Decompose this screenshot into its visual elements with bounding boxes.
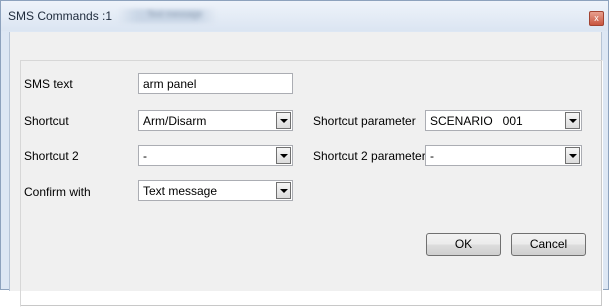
shortcut2-select[interactable]: - xyxy=(138,145,293,166)
shortcut-parameter-label: Shortcut parameter xyxy=(313,114,416,128)
confirm-with-label: Confirm with xyxy=(24,185,91,199)
window-title-secondary: Text message xyxy=(117,9,217,23)
shortcut2-parameter-label: Shortcut 2 parameter xyxy=(313,149,426,163)
confirm-with-select[interactable]: Text message xyxy=(138,180,293,201)
shortcut-value: Arm/Disarm xyxy=(143,114,207,128)
shortcut-parameter-select[interactable]: SCENARIO 001 xyxy=(425,110,582,131)
confirm-with-value: Text message xyxy=(143,184,218,198)
dialog-body: SMS text arm panel Shortcut Arm/Disarm S… xyxy=(9,32,603,307)
shortcut2-label: Shortcut 2 xyxy=(24,149,79,163)
shortcut2-value: - xyxy=(143,149,147,163)
shortcut2-parameter-value: - xyxy=(430,149,434,163)
chevron-down-icon[interactable] xyxy=(276,147,291,164)
window-title: SMS Commands :1 xyxy=(8,9,113,23)
shortcut2-parameter-select[interactable]: - xyxy=(425,145,582,166)
shortcut-select[interactable]: Arm/Disarm xyxy=(138,110,293,131)
shortcut-parameter-value: SCENARIO 001 xyxy=(430,114,523,128)
form-panel xyxy=(20,60,603,307)
close-button[interactable]: x xyxy=(589,11,604,26)
title-bar[interactable]: SMS Commands :1 Text message x xyxy=(1,1,608,31)
ok-button[interactable]: OK xyxy=(426,233,501,256)
dialog-window: SMS Commands :1 Text message x SMS text … xyxy=(0,0,609,307)
chevron-down-icon[interactable] xyxy=(276,182,291,199)
sms-text-label: SMS text xyxy=(24,77,73,91)
shortcut-label: Shortcut xyxy=(24,114,69,128)
sms-text-input[interactable]: arm panel xyxy=(138,73,293,94)
cancel-button[interactable]: Cancel xyxy=(511,233,586,256)
close-icon: x xyxy=(594,13,599,23)
chevron-down-icon[interactable] xyxy=(276,112,291,129)
chevron-down-icon[interactable] xyxy=(565,112,580,129)
chevron-down-icon[interactable] xyxy=(565,147,580,164)
